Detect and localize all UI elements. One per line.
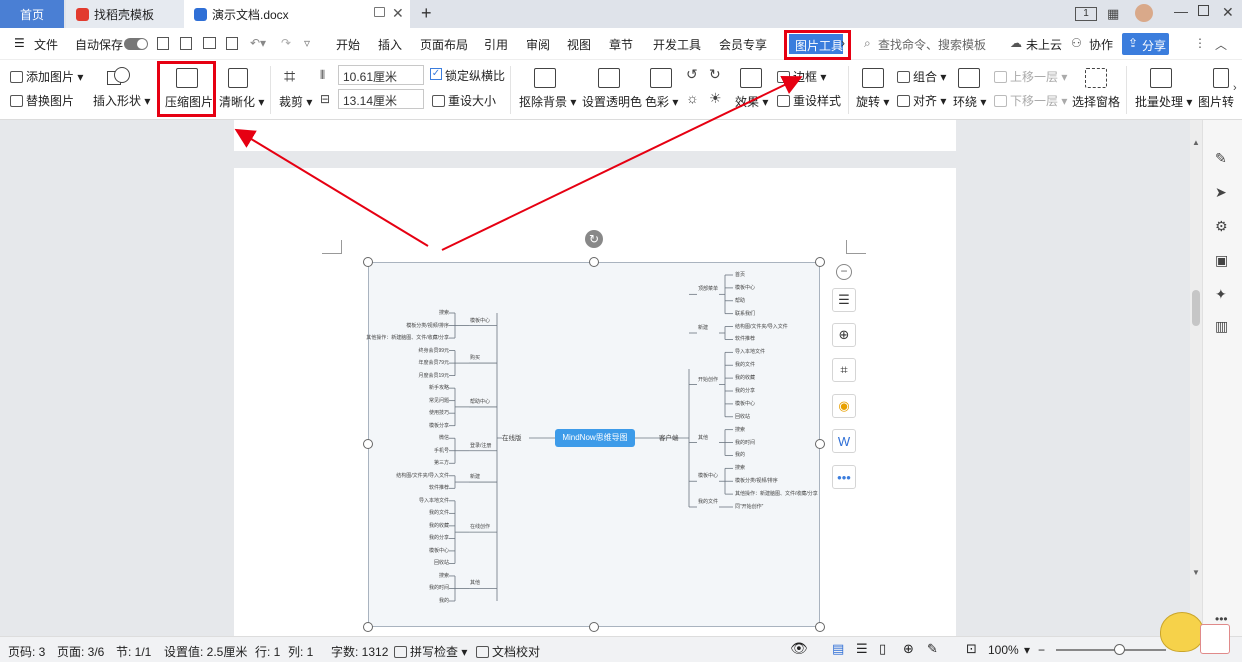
arrow-to-picture-tools (441, 75, 803, 251)
annotation-arrows (234, 75, 803, 251)
arrow-to-compress (234, 128, 429, 247)
